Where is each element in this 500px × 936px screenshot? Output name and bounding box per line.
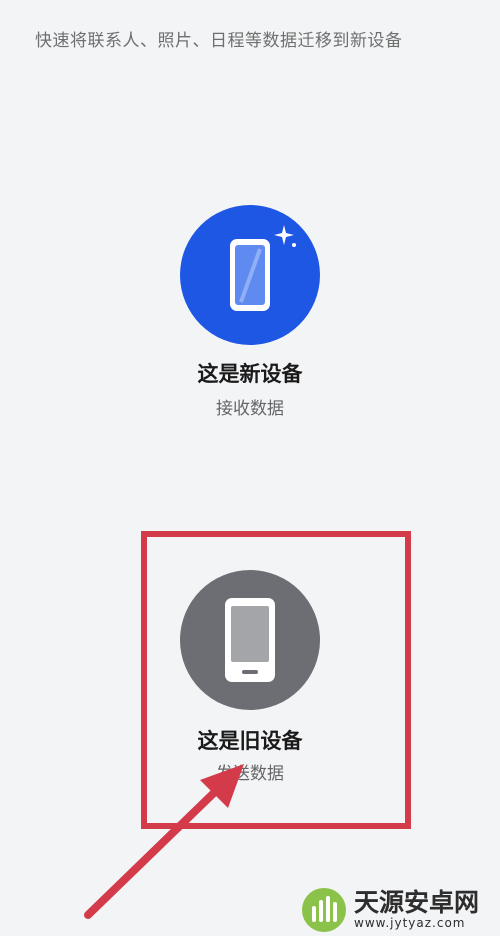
- watermark: 天源安卓网 www.jytyaz.com: [300, 884, 500, 936]
- watermark-url: www.jytyaz.com: [354, 916, 466, 930]
- annotation-arrow: [84, 764, 244, 919]
- watermark-title: 天源安卓网: [354, 888, 480, 917]
- watermark-logo-icon: [302, 888, 346, 932]
